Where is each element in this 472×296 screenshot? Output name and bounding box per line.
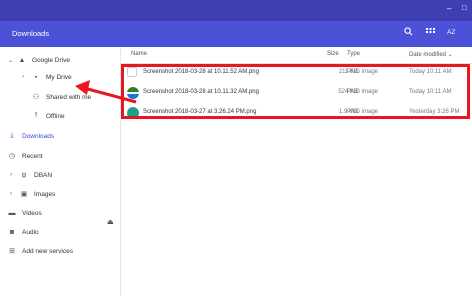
sidebar-item-label: Downloads xyxy=(22,132,55,140)
pin-icon: ⫯ xyxy=(34,112,38,119)
column-type[interactable]: Type xyxy=(347,51,360,57)
chevron-right-icon[interactable]: › xyxy=(22,74,30,80)
add-icon: ⊞ xyxy=(9,248,15,255)
window-titlebar: – □ xyxy=(0,0,472,21)
chevron-right-icon[interactable]: › xyxy=(10,191,18,197)
sidebar-item-label: Google Drive xyxy=(32,56,70,64)
column-name[interactable]: Name xyxy=(131,51,147,57)
column-size[interactable]: Size xyxy=(327,51,339,57)
column-date-modified[interactable]: Date modified ⌄ xyxy=(409,51,453,58)
maximize-button[interactable]: □ xyxy=(462,3,467,12)
clock-icon: ◷ xyxy=(8,153,16,160)
people-icon: ⚇ xyxy=(32,94,40,101)
grid-view-icon[interactable] xyxy=(426,28,435,38)
sidebar-item-dban[interactable]: › ψ DBAN xyxy=(10,168,52,182)
minimize-button[interactable]: – xyxy=(447,4,451,13)
sidebar-item-label: Add new services xyxy=(22,247,73,255)
sidebar: ⌄ ▲ Google Drive › ▪ My Drive ⚇ Shared w… xyxy=(0,47,120,296)
sidebar-item-label: Videos xyxy=(22,209,42,217)
video-icon: ▬ xyxy=(8,209,16,217)
sidebar-item-downloads[interactable]: ⤓ Downloads xyxy=(6,129,54,143)
sidebar-item-shared-with-me[interactable]: ⚇ Shared with me xyxy=(30,90,91,104)
sidebar-item-label: DBAN xyxy=(34,171,53,179)
eject-icon[interactable]: ⏏ xyxy=(107,218,114,226)
image-icon: ▣ xyxy=(20,191,28,198)
audio-icon: ◙ xyxy=(9,228,15,236)
sidebar-item-label: Offline xyxy=(46,112,65,120)
sidebar-item-label: Recent xyxy=(22,152,43,160)
sidebar-item-label: My Drive xyxy=(46,73,72,81)
sidebar-item-images[interactable]: › ▣ Images xyxy=(10,187,55,201)
sidebar-item-label: Shared with me xyxy=(46,93,92,101)
chevron-down-icon[interactable]: ⌄ xyxy=(8,57,16,64)
annotation-highlight-box xyxy=(121,64,470,119)
sidebar-item-offline[interactable]: ⫯ Offline xyxy=(30,109,65,123)
sidebar-item-recent[interactable]: ◷ Recent xyxy=(6,149,43,163)
usb-icon: ψ xyxy=(21,171,27,179)
download-icon: ⤓ xyxy=(10,132,14,139)
search-icon[interactable] xyxy=(404,27,413,38)
sidebar-item-google-drive[interactable]: ⌄ ▲ Google Drive xyxy=(8,53,70,67)
sort-button[interactable]: AZ xyxy=(447,29,455,36)
folder-icon: ▪ xyxy=(34,73,38,81)
page-title: Downloads xyxy=(12,29,50,38)
drive-icon: ▲ xyxy=(18,56,26,64)
sidebar-item-label: Images xyxy=(34,190,56,198)
app-header: Downloads AZ xyxy=(0,21,472,47)
sidebar-item-videos[interactable]: ▬ Videos xyxy=(6,206,42,220)
sidebar-item-label: Audio xyxy=(22,228,39,236)
sidebar-item-add-new-services[interactable]: ⊞ Add new services xyxy=(6,244,73,258)
sidebar-item-my-drive[interactable]: › ▪ My Drive xyxy=(22,70,72,84)
sidebar-item-audio[interactable]: ◙ Audio xyxy=(6,225,39,239)
chevron-right-icon[interactable]: › xyxy=(10,172,18,178)
